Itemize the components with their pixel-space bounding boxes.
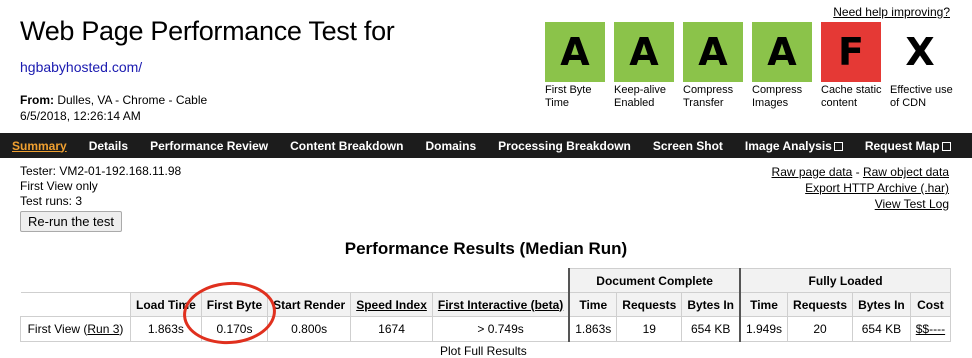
col-speed-index[interactable]: Speed Index: [350, 292, 433, 317]
test-info: Tester: VM2-01-192.168.11.98 First View …: [20, 164, 181, 209]
grade-first-byte[interactable]: A First Byte Time: [545, 22, 605, 110]
plot-full-results-link[interactable]: Plot Full Results: [440, 344, 527, 358]
grade-cdn[interactable]: X Effective use of CDN: [890, 22, 953, 110]
export-har-link[interactable]: Export HTTP Archive (.har): [805, 181, 949, 195]
grade-letter: A: [683, 22, 743, 82]
page-title: Web Page Performance Test for: [20, 16, 395, 46]
cell-doc-requests: 19: [616, 316, 683, 342]
col-doc-requests: Requests: [616, 292, 683, 317]
view-info: First View only: [20, 179, 98, 193]
cell-full-time: 1.949s: [739, 316, 789, 342]
cell-doc-bytes: 654 KB: [681, 316, 741, 342]
raw-object-data-link[interactable]: Raw object data: [863, 165, 949, 179]
document-complete-header: Document Complete: [568, 268, 741, 293]
grade-letter: X: [890, 22, 950, 82]
grade-compress-images[interactable]: A Compress Images: [752, 22, 812, 110]
grade-label: Effective use of CDN: [890, 84, 953, 109]
tested-url: hgbabyhosted.com/: [20, 59, 143, 75]
grade-label: First Byte Time: [545, 84, 592, 109]
tester-info: Tester: VM2-01-192.168.11.98: [20, 164, 182, 178]
col-full-requests: Requests: [787, 292, 854, 317]
tab-content-breakdown[interactable]: Content Breakdown: [290, 139, 403, 153]
grade-letter: F: [821, 22, 881, 82]
cell-doc-time: 1.863s: [568, 316, 618, 342]
rerun-test-button[interactable]: Re-run the test: [20, 211, 122, 232]
grade-letter: A: [752, 22, 812, 82]
row-label: First View (Run 3): [20, 316, 131, 342]
grade-letter: A: [614, 22, 674, 82]
grade-compress-transfer[interactable]: A Compress Transfer: [683, 22, 743, 110]
grade-label: Compress Transfer: [683, 84, 734, 109]
export-links: Raw page data - Raw object data Export H…: [771, 165, 949, 211]
test-location: From: Dulles, VA - Chrome - Cable: [20, 93, 208, 107]
cell-speed-index: 1674: [350, 316, 433, 342]
col-cost: Cost: [909, 292, 952, 317]
tab-processing-breakdown[interactable]: Processing Breakdown: [498, 139, 631, 153]
grade-label: Keep-alive Enabled: [614, 84, 666, 109]
performance-results-table: Document Complete Fully Loaded Load Time…: [20, 268, 952, 342]
main-nav: Summary Details Performance Review Conte…: [0, 133, 972, 158]
help-improving-link[interactable]: Need help improving?: [833, 5, 950, 19]
run-3-link[interactable]: Run 3: [87, 322, 119, 336]
col-full-time: Time: [739, 292, 789, 317]
col-full-bytes: Bytes In: [852, 292, 911, 317]
col-doc-bytes: Bytes In: [681, 292, 741, 317]
cell-start-render: 0.800s: [267, 316, 352, 342]
external-link-icon: [833, 141, 843, 151]
view-test-log-link[interactable]: View Test Log: [875, 197, 949, 211]
cell-cost[interactable]: $$----: [909, 316, 952, 342]
table-row: First View (Run 3) 1.863s 0.170s 0.800s …: [20, 316, 952, 342]
tab-details[interactable]: Details: [89, 139, 128, 153]
results-title: Performance Results (Median Run): [344, 239, 628, 258]
tab-summary[interactable]: Summary: [12, 139, 67, 153]
col-start-render: Start Render: [267, 292, 352, 317]
col-doc-time: Time: [568, 292, 618, 317]
tab-request-map[interactable]: Request Map: [865, 139, 951, 153]
cell-full-requests: 20: [787, 316, 854, 342]
external-link-icon: [941, 141, 951, 151]
grade-cache-static[interactable]: F Cache static content: [821, 22, 882, 110]
grade-keep-alive[interactable]: A Keep-alive Enabled: [614, 22, 674, 110]
raw-page-data-link[interactable]: Raw page data: [772, 165, 853, 179]
grade-label: Cache static content: [821, 84, 882, 109]
tab-image-analysis[interactable]: Image Analysis: [745, 139, 843, 153]
cell-first-interactive: > 0.749s: [431, 316, 570, 342]
grade-label: Compress Images: [752, 84, 803, 109]
fully-loaded-header: Fully Loaded: [739, 268, 952, 293]
cell-full-bytes: 654 KB: [852, 316, 911, 342]
grade-letter: A: [545, 22, 605, 82]
tab-performance-review[interactable]: Performance Review: [150, 139, 268, 153]
tab-screen-shot[interactable]: Screen Shot: [653, 139, 723, 153]
tab-domains[interactable]: Domains: [425, 139, 476, 153]
test-date: 6/5/2018, 12:26:14 AM: [20, 109, 141, 123]
col-first-interactive[interactable]: First Interactive (beta): [431, 292, 570, 317]
test-runs: Test runs: 3: [20, 194, 83, 208]
